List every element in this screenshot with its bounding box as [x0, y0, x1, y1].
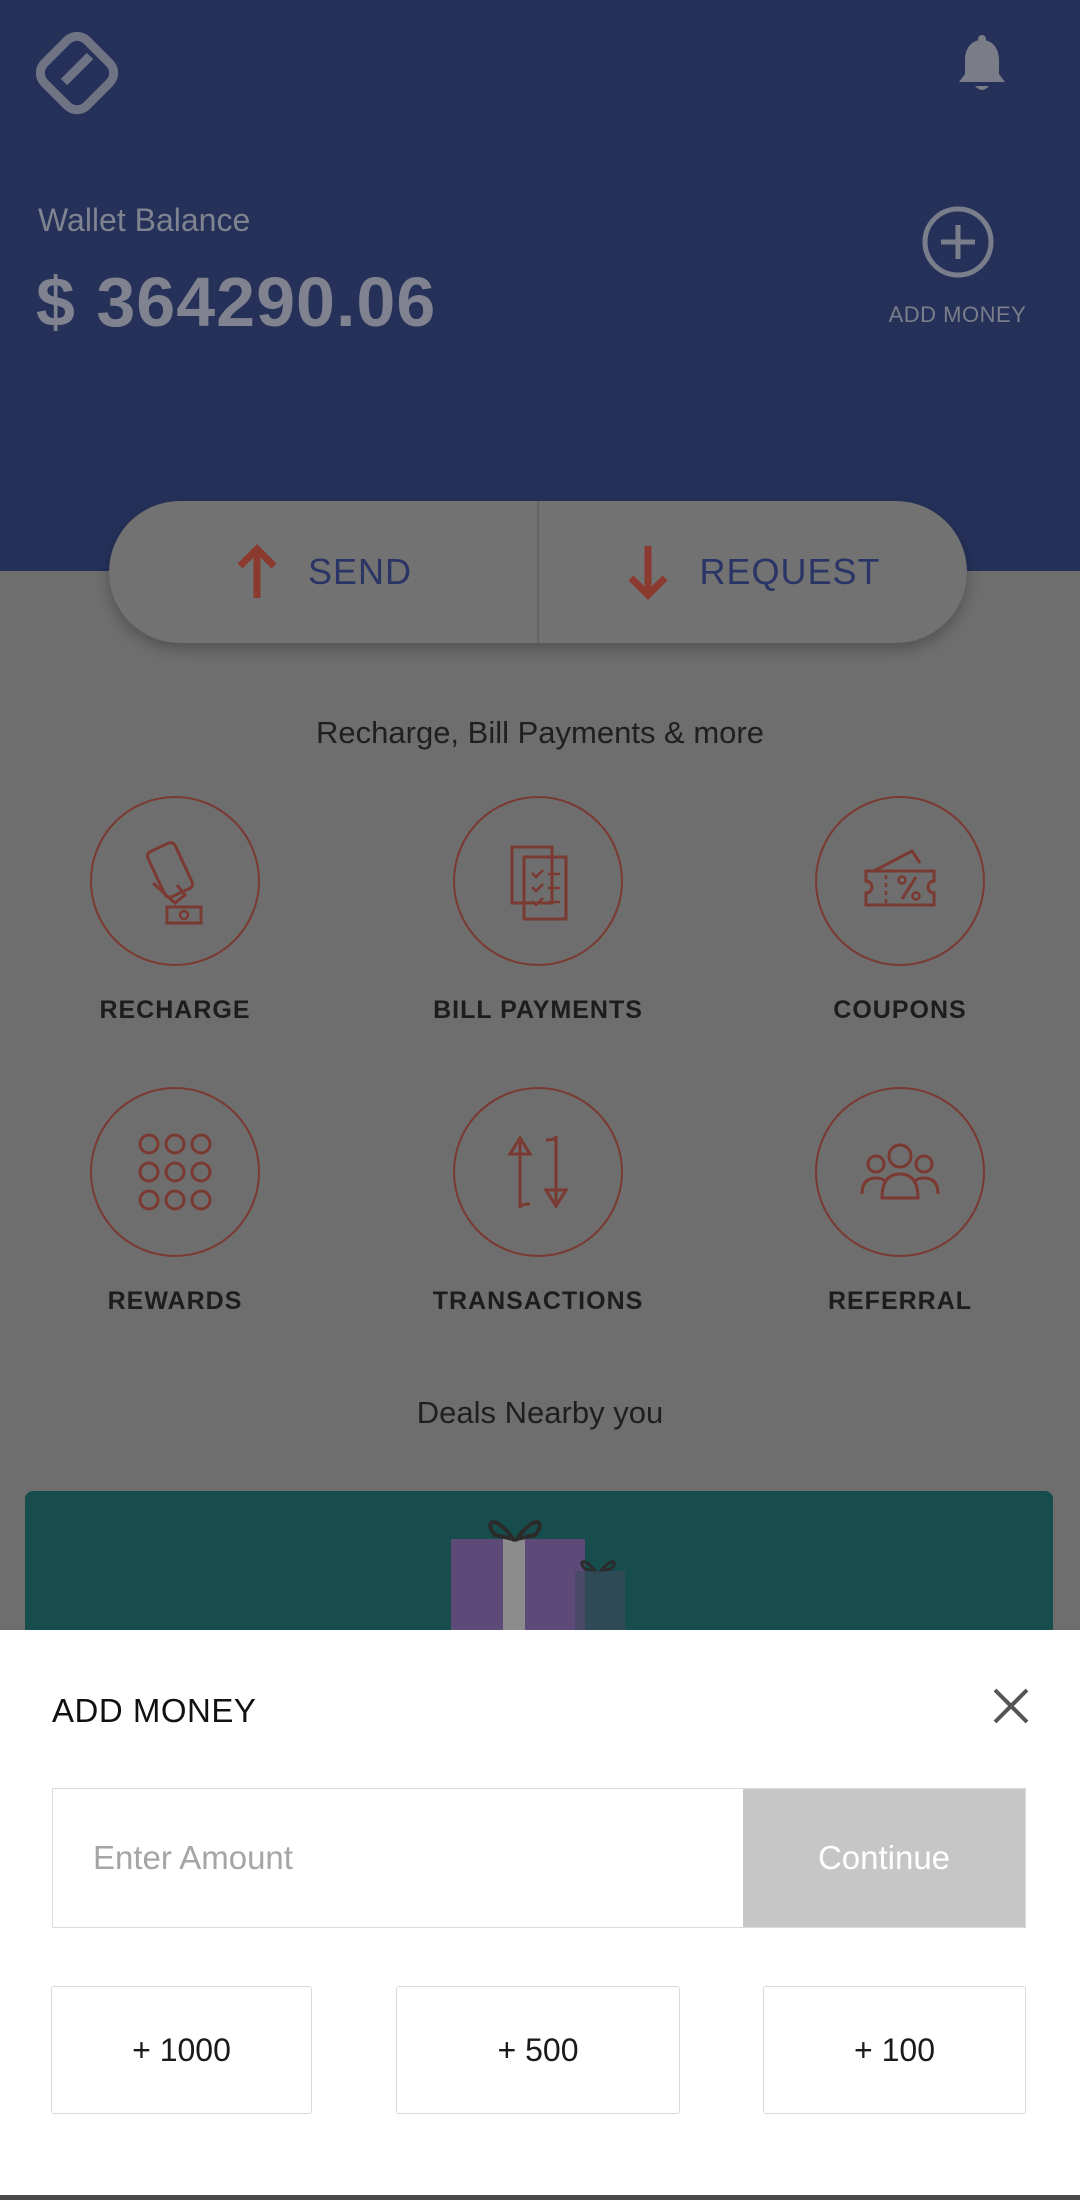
- arrow-down-icon: [629, 546, 668, 600]
- arrow-up-icon: [237, 544, 277, 598]
- request-label: REQUEST: [699, 551, 881, 592]
- service-rewards[interactable]: REWARDS: [25, 1087, 325, 1316]
- quick-amount-1000[interactable]: + 1000: [51, 1986, 312, 2114]
- header: Wallet Balance $ 364290.06 ADD MONEY: [0, 0, 1080, 571]
- service-label: REWARDS: [107, 1287, 243, 1315]
- add-money-button[interactable]: ADD MONEY: [880, 205, 1035, 328]
- continue-button[interactable]: Continue: [743, 1789, 1025, 1927]
- service-circle: [90, 796, 260, 966]
- service-label: BILL PAYMENTS: [433, 996, 643, 1024]
- service-circle: [453, 1087, 623, 1257]
- add-money-sheet: ADD MONEY Continue + 1000 + 500 + 100: [0, 1630, 1080, 2195]
- service-recharge[interactable]: RECHARGE: [25, 796, 325, 1025]
- send-label: SEND: [307, 551, 413, 592]
- service-referral[interactable]: REFERRAL: [750, 1087, 1050, 1316]
- transactions-icon: [507, 1135, 569, 1209]
- recharge-icon: [145, 841, 203, 925]
- service-circle: [90, 1087, 260, 1257]
- deals-section-title: Deals Nearby you: [416, 1395, 664, 1430]
- plus-circle-icon: [922, 206, 993, 278]
- amount-entry-row: Continue: [52, 1788, 1026, 1928]
- send-request-bar: SEND REQUEST: [109, 501, 967, 643]
- service-circle: [453, 796, 623, 966]
- service-coupons[interactable]: COUPONS: [750, 796, 1050, 1025]
- service-label: REFERRAL: [827, 1287, 973, 1315]
- coupon-icon: [864, 849, 936, 907]
- add-money-label: ADD MONEY: [888, 302, 1027, 327]
- rewards-icon: [138, 1133, 212, 1211]
- deal-banner[interactable]: [25, 1491, 1053, 1631]
- quick-amount-500[interactable]: + 500: [396, 1986, 680, 2114]
- service-circle: [815, 1087, 985, 1257]
- service-circle: [815, 796, 985, 966]
- service-label: RECHARGE: [99, 996, 251, 1024]
- service-transactions[interactable]: TRANSACTIONS: [388, 1087, 688, 1316]
- services-section-title: Recharge, Bill Payments & more: [316, 715, 764, 750]
- wallet-balance-label: Wallet Balance: [38, 202, 251, 238]
- app-logo-icon[interactable]: [34, 30, 120, 116]
- close-icon[interactable]: [985, 1680, 1037, 1732]
- quick-amount-100[interactable]: + 100: [763, 1986, 1026, 2114]
- service-label: TRANSACTIONS: [432, 1287, 644, 1315]
- bill-icon: [510, 845, 568, 921]
- service-label: COUPONS: [833, 996, 967, 1024]
- amount-input[interactable]: [53, 1789, 743, 1927]
- send-button[interactable]: SEND: [109, 501, 537, 643]
- sheet-title: ADD MONEY: [52, 1692, 257, 1729]
- referral-icon: [860, 1143, 940, 1200]
- bottom-edge: [0, 2195, 1080, 2200]
- wallet-balance-amount: $ 364290.06: [36, 263, 437, 341]
- bell-icon[interactable]: [955, 34, 1009, 98]
- gift-icon: [451, 1520, 625, 1631]
- request-button[interactable]: REQUEST: [539, 501, 967, 643]
- service-bill-payments[interactable]: BILL PAYMENTS: [388, 796, 688, 1025]
